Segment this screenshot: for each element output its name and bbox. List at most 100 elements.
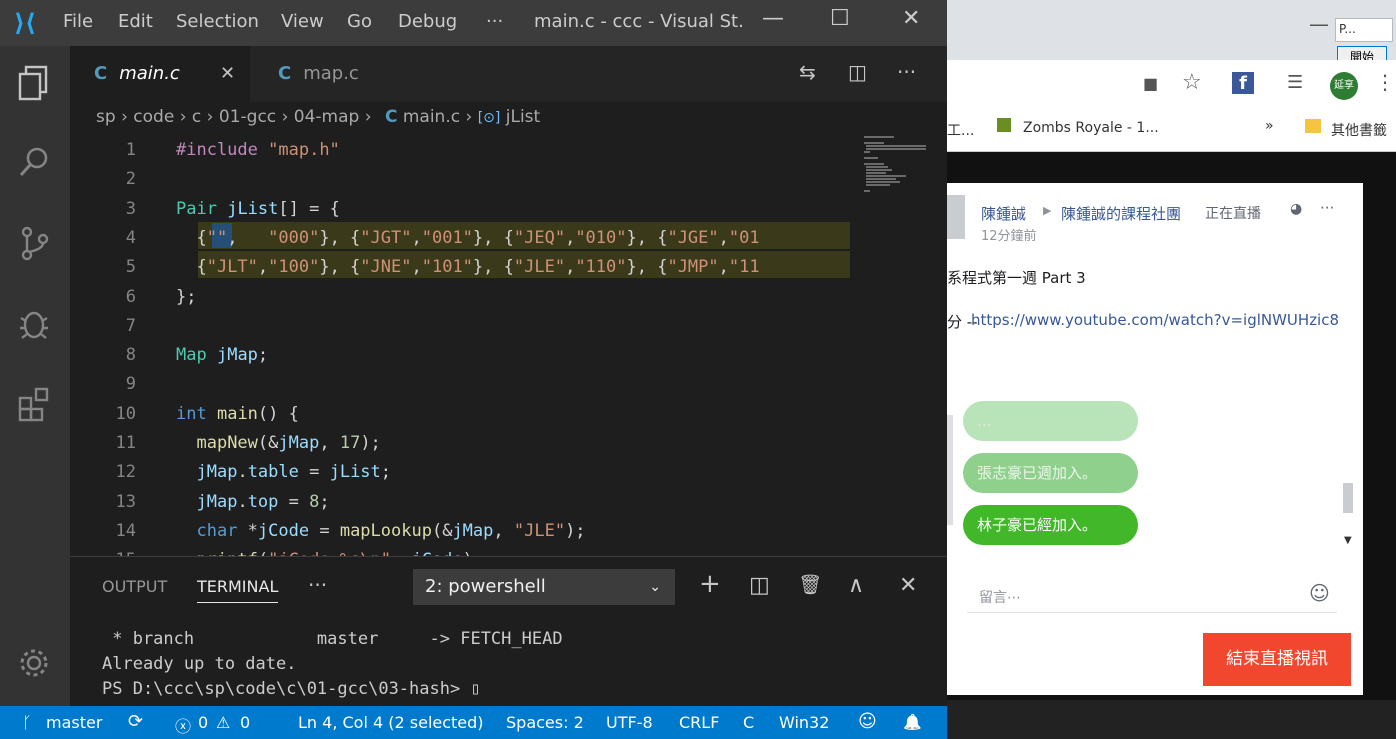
facebook-icon[interactable]: f bbox=[1232, 72, 1254, 94]
post-link[interactable]: https://www.youtube.com/watch?v=iglNWUHz… bbox=[971, 311, 1339, 329]
menu-view[interactable]: View bbox=[281, 11, 324, 32]
close-panel-icon[interactable]: ✕ bbox=[899, 573, 917, 598]
split-editor-icon[interactable]: ◫ bbox=[848, 60, 867, 84]
code-line[interactable]: 11 mapNew(&jMap, 17); bbox=[70, 429, 870, 458]
status-language[interactable]: C bbox=[743, 713, 754, 732]
tab-main-c[interactable]: Cmain.c ✕ bbox=[70, 46, 250, 102]
scroll-down-icon[interactable]: ▼ bbox=[1344, 535, 1352, 546]
maximize-button[interactable]: ☐ bbox=[830, 6, 850, 31]
feedback-icon[interactable]: ☺ bbox=[858, 711, 877, 732]
emoji-icon[interactable]: ☺ bbox=[1309, 581, 1330, 605]
menu-overflow[interactable]: ··· bbox=[486, 11, 503, 32]
code-editor[interactable]: 1 #include "map.h" 2 3 Pair jList[] = {4 {""… bbox=[70, 136, 947, 556]
code-line[interactable]: 14 char *jCode = mapLookup(&jMap, "JLE")… bbox=[70, 517, 870, 546]
close-tab-icon[interactable]: ✕ bbox=[220, 46, 235, 102]
status-errors[interactable]: 0 bbox=[198, 713, 208, 732]
minimize-button[interactable]: — bbox=[762, 6, 784, 31]
settings-gear-icon[interactable] bbox=[15, 644, 53, 682]
bookmarks-more[interactable]: » bbox=[1265, 118, 1274, 134]
sync-icon[interactable]: ⟳ bbox=[128, 711, 143, 732]
facebook-live-panel: 陳鍾誠 ▶ 陳鍾誠的課程社團 正在直播 ◕ ··· 12分鐘前 系程式第一週 P… bbox=[947, 183, 1363, 695]
code-line[interactable]: 10 int main() { bbox=[70, 400, 870, 429]
code-line[interactable]: 5 {"JLT","100"}, {"JNE","101"}, {"JLE","… bbox=[70, 253, 870, 282]
code-line[interactable]: 3 Pair jList[] = { bbox=[70, 195, 870, 224]
bookmark-folder[interactable]: 其他書籤 bbox=[1331, 120, 1387, 140]
breadcrumb-symbol[interactable]: jList bbox=[506, 107, 540, 127]
source-control-icon[interactable] bbox=[15, 224, 53, 262]
status-encoding[interactable]: UTF-8 bbox=[606, 713, 653, 732]
breadcrumb-file[interactable]: main.c bbox=[403, 107, 460, 127]
minimap[interactable] bbox=[862, 134, 928, 194]
code-line[interactable]: 1 #include "map.h" bbox=[70, 136, 870, 165]
tab-label: main.c bbox=[119, 63, 180, 84]
bookmark-item[interactable]: Zombs Royale - 1... bbox=[1023, 120, 1159, 136]
code-line[interactable]: 9 bbox=[70, 370, 870, 399]
menu-debug[interactable]: Debug bbox=[398, 11, 457, 32]
status-warnings[interactable]: 0 bbox=[240, 713, 250, 732]
menu-file[interactable]: File bbox=[63, 11, 93, 32]
line-number: 12 bbox=[115, 462, 136, 483]
playlist-icon[interactable]: ☰ bbox=[1287, 72, 1303, 93]
menu-selection[interactable]: Selection bbox=[176, 11, 259, 32]
status-position[interactable]: Ln 4, Col 4 (2 selected) bbox=[298, 713, 484, 732]
tab-terminal[interactable]: TERMINAL bbox=[197, 577, 279, 603]
post-time[interactable]: 12分鐘前 bbox=[981, 225, 1037, 244]
tab-output[interactable]: OUTPUT bbox=[102, 577, 167, 596]
code-line[interactable]: 7 bbox=[70, 312, 870, 341]
breadcrumb-item[interactable]: 04-map bbox=[294, 107, 360, 127]
scrollbar[interactable] bbox=[1343, 483, 1353, 513]
code-text: #include "map.h" bbox=[176, 140, 340, 160]
camera-icon[interactable]: ■ bbox=[1143, 74, 1158, 93]
open-changes-icon[interactable]: ⇆ bbox=[799, 60, 816, 84]
extensions-icon[interactable] bbox=[15, 384, 53, 422]
tab-map-c[interactable]: Cmap.c bbox=[254, 46, 434, 102]
code-line[interactable]: 4 {"", "000"}, {"JGT","001"}, {"JEQ","01… bbox=[70, 224, 870, 253]
status-platform[interactable]: Win32 bbox=[779, 713, 829, 732]
terminal-prompt[interactable]: PS D:\ccc\sp\code\c\01-gcc\03-hash> ▯ bbox=[102, 679, 481, 699]
star-icon[interactable]: ☆ bbox=[1182, 70, 1202, 95]
breadcrumb-item[interactable]: c bbox=[192, 107, 201, 127]
line-number: 10 bbox=[115, 403, 136, 424]
trash-icon[interactable]: 🗑 bbox=[798, 573, 822, 596]
menu-edit[interactable]: Edit bbox=[118, 11, 153, 32]
browser-menu-icon[interactable]: ⋮ bbox=[1375, 70, 1395, 94]
more-actions-icon[interactable]: ··· bbox=[897, 60, 916, 84]
bookmarks-bar: 工... Zombs Royale - 1... » 其他書籤 bbox=[947, 110, 1396, 152]
maximize-panel-icon[interactable]: ∧ bbox=[848, 573, 864, 598]
post-more-icon[interactable]: ··· bbox=[1320, 199, 1334, 217]
code-line[interactable]: 13 jMap.top = 8; bbox=[70, 488, 870, 517]
chevron-right-icon: › bbox=[206, 107, 214, 127]
code-text: char *jCode = mapLookup(&jMap, "JLE"); bbox=[196, 520, 586, 541]
bell-icon[interactable]: 🔔 bbox=[903, 713, 922, 731]
post-author[interactable]: 陳鍾誠 bbox=[981, 203, 1026, 224]
panel-more-icon[interactable]: ··· bbox=[308, 573, 327, 597]
code-line[interactable]: 12 jMap.table = jList; bbox=[70, 458, 870, 487]
close-window-button[interactable]: ✕ bbox=[902, 6, 920, 31]
search-icon[interactable] bbox=[15, 144, 53, 182]
breadcrumb-item[interactable]: sp bbox=[96, 107, 116, 127]
end-live-button[interactable]: 結束直播視訊 bbox=[1203, 633, 1351, 686]
window-title: main.c - ccc - Visual St... bbox=[534, 11, 744, 32]
status-branch[interactable]: master bbox=[46, 713, 102, 732]
split-terminal-icon[interactable]: ◫ bbox=[749, 573, 770, 598]
breadcrumb-item[interactable]: 01-gcc bbox=[219, 107, 276, 127]
debug-icon[interactable] bbox=[15, 304, 53, 342]
explorer-icon[interactable] bbox=[15, 64, 53, 102]
breadcrumb-item[interactable]: code bbox=[133, 107, 174, 127]
bookmark-item[interactable]: 工... bbox=[947, 120, 974, 140]
new-terminal-icon[interactable]: + bbox=[699, 569, 721, 599]
status-eol[interactable]: CRLF bbox=[679, 713, 719, 732]
post-group[interactable]: 陳鍾誠的課程社團 bbox=[1061, 203, 1181, 224]
comment-input[interactable]: 留言⋯ ☺ bbox=[967, 577, 1337, 613]
code-line[interactable]: 15 printf("jCode=%s\n", jCode); bbox=[70, 546, 870, 556]
code-line[interactable]: 6}; bbox=[70, 283, 870, 312]
browser-minimize-icon[interactable]: — bbox=[1309, 12, 1329, 36]
code-line[interactable]: 2 bbox=[70, 165, 870, 194]
avatar[interactable]: 延享 bbox=[1330, 72, 1358, 100]
terminal-select[interactable]: 2: powershell ⌄ bbox=[413, 569, 675, 605]
status-spaces[interactable]: Spaces: 2 bbox=[506, 713, 584, 732]
code-line[interactable]: 8 Map jMap; bbox=[70, 341, 870, 370]
browser-tab[interactable]: P... bbox=[1335, 18, 1393, 42]
menu-go[interactable]: Go bbox=[347, 11, 372, 32]
post-title: 系程式第一週 Part 3 bbox=[947, 269, 1086, 287]
